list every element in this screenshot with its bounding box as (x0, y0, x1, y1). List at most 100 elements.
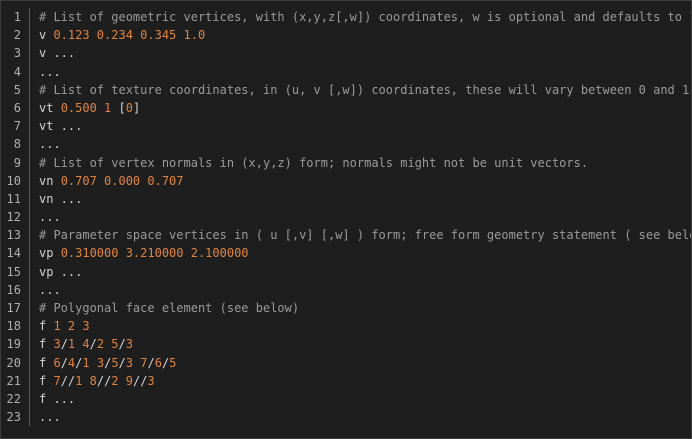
number-token: 0.500 1 (60, 100, 119, 115)
code-text: ... (39, 208, 61, 226)
line-number: 23 (6, 410, 21, 425)
gutter-separator (29, 317, 30, 336)
code-line[interactable]: 5 # List of texture coordinates, in (u, v… (0, 80, 692, 99)
comment-token: # List of vertex normals in (x,y,z) form… (39, 155, 589, 170)
number-token: 5 (111, 355, 119, 370)
number-token: 6 (53, 355, 61, 370)
line-number: 17 (6, 301, 21, 315)
code-line[interactable]: 2 v 0.123 0.234 0.345 1.0 (0, 26, 692, 45)
code-line[interactable]: 3 v ... (0, 44, 692, 63)
code-text: vt 0.500 1 [0] (39, 99, 140, 117)
code-line[interactable]: 4... (0, 62, 692, 81)
code-line[interactable]: 7 vt ... (0, 117, 692, 136)
comment-token: # Parameter space vertices in ( u [,v] [… (39, 228, 692, 243)
text-token: f (39, 355, 54, 370)
code-text: ... (39, 63, 61, 81)
code-line[interactable]: 20 f 6/4/1 3/5/3 7/6/5 (0, 353, 692, 372)
text-token: // (132, 373, 148, 388)
code-text: # List of texture coordinates, in (u, v … (39, 81, 692, 99)
line-number: 18 (6, 319, 21, 334)
code-text: vp ... (39, 263, 82, 281)
number-token: 1 3 (82, 355, 105, 370)
code-text: ... (39, 408, 61, 426)
code-line[interactable]: 10 vn 0.707 0.000 0.707 (0, 171, 692, 190)
gutter-separator (29, 98, 30, 118)
text-token: ] (132, 100, 141, 115)
line-number: 11 (6, 191, 21, 206)
number-token: 0.310000 3.210000 2.100000 (60, 246, 249, 261)
code-text: vn 0.707 0.000 0.707 (39, 172, 184, 190)
code-line[interactable]: 15 vp ... (0, 262, 692, 281)
code-line[interactable]: 18 f 1 2 3 (0, 317, 692, 336)
code-line[interactable]: 14 vp 0.310000 3.210000 2.100000 (0, 244, 692, 263)
text-token: f (39, 337, 54, 352)
number-token: 1 4 (67, 337, 90, 352)
text-token: / (118, 355, 126, 370)
line-number: 10 (6, 173, 21, 188)
number-token: 3 (53, 337, 61, 352)
line-number: 6 (13, 100, 21, 115)
code-text: f 1 2 3 (39, 317, 90, 335)
code-line[interactable]: 11 vn ... (0, 189, 692, 209)
code-text: vt ... (39, 117, 82, 135)
gutter-separator (29, 353, 30, 372)
code-line[interactable]: 16... (0, 280, 692, 299)
code-line[interactable]: 9 # List of vertex normals in (x,y,z) for… (0, 153, 692, 172)
code-line[interactable]: 19 f 3/1 4/2 5/3 (0, 335, 692, 354)
text-token: ... (39, 210, 61, 225)
comment-token: # List of geometric vertices, with (x,y,… (39, 10, 692, 24)
text-token: // (96, 373, 112, 388)
line-number: 22 (6, 391, 21, 406)
code-line[interactable]: 13 # Parameter space vertices in ( u [,v]… (0, 226, 692, 245)
code-editor[interactable]: 1 # List of geometric vertices, with (x,y… (0, 0, 692, 439)
number-token: 1 2 3 (53, 319, 90, 334)
line-number: 13 (6, 228, 21, 243)
text-token: f ... (39, 391, 76, 406)
gutter-separator (29, 335, 30, 354)
line-number: 19 (6, 337, 21, 352)
text-token: ... (39, 410, 61, 425)
number-token: 5 (169, 355, 177, 370)
line-number: 3 (13, 46, 21, 61)
text-token: v ... (39, 46, 76, 61)
code-text: f 6/4/1 3/5/3 7/6/5 (39, 354, 176, 372)
code-line[interactable]: 22 f ... (0, 389, 692, 409)
code-text: f 7//1 8//2 9//3 (39, 372, 155, 390)
line-number: 12 (6, 210, 21, 225)
number-token: 6 (154, 355, 162, 370)
code-line[interactable]: 8... (0, 135, 692, 154)
gutter-separator (29, 389, 30, 409)
gutter-separator (29, 171, 30, 190)
code-text: # Parameter space vertices in ( u [,v] [… (39, 226, 692, 244)
text-token: vp (39, 246, 61, 261)
gutter-separator (29, 299, 30, 318)
code-line[interactable]: 21 f 7//1 8//2 9//3 (0, 371, 692, 390)
code-line[interactable]: 17 # Polygonal face element (see below) (0, 299, 692, 318)
gutter-separator (29, 408, 30, 427)
line-number: 4 (13, 64, 21, 79)
code-text: # List of geometric vertices, with (x,y,… (39, 8, 692, 26)
code-text: ... (39, 281, 61, 299)
code-lines: 1 # List of geometric vertices, with (x,y… (0, 8, 692, 427)
text-token: ... (39, 64, 61, 79)
gutter-separator (29, 262, 30, 281)
text-token: [ (118, 100, 126, 115)
text-token: vt (39, 100, 61, 115)
comment-token: # Polygonal face element (see below) (39, 301, 300, 315)
gutter-separator (29, 117, 30, 136)
code-line[interactable]: 1 # List of geometric vertices, with (x,y… (0, 8, 692, 27)
text-token: f (39, 319, 54, 334)
gutter-separator (29, 80, 30, 99)
number-token: 3 7 (125, 355, 148, 370)
line-number: 21 (6, 373, 21, 388)
code-line[interactable]: 23... (0, 408, 692, 427)
text-token: vn (39, 173, 61, 188)
code-text: # List of vertex normals in (x,y,z) form… (39, 154, 588, 172)
gutter-separator (29, 62, 30, 81)
gutter-separator (29, 8, 30, 27)
line-number: 1 (13, 10, 21, 24)
text-token: f (39, 373, 54, 388)
code-line[interactable]: 6 vt 0.500 1 [0] (0, 98, 692, 118)
code-line[interactable]: 12... (0, 208, 692, 227)
code-text: vp 0.310000 3.210000 2.100000 (39, 244, 249, 262)
